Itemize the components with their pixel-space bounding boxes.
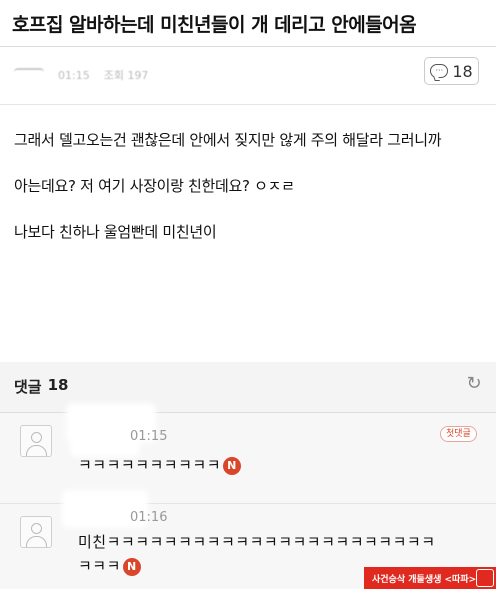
comments-label: 댓글 18 <box>14 376 68 397</box>
comments-count: 18 <box>47 376 69 394</box>
refresh-icon[interactable]: ↻ <box>464 374 484 394</box>
watermark-text: 사건승삭 개들생생 <따파> <box>372 574 477 585</box>
new-badge: N <box>223 456 242 475</box>
comment-count-button[interactable]: ··· 18 <box>424 57 479 85</box>
author-avatar <box>14 68 44 82</box>
comment-text: ㅋㅋㅋㅋㅋㅋㅋㅋㅋㅋ N <box>78 453 242 477</box>
comment-bubble-icon: ··· <box>430 64 449 78</box>
post-body: 그래서 델고오는건 괜찮은데 안에서 짖지만 않게 주의 해달라 그러니까 아는… <box>14 128 486 266</box>
post-meta: 01:15 조회 197 <box>14 64 148 86</box>
post-body-paragraph: 아는데요? 저 여기 사장이랑 친한데요? ㅇㅈㄹ <box>14 177 295 195</box>
comment-text-line: 미친ㅋㅋㅋㅋㅋㅋㅋㅋㅋㅋㅋㅋㅋㅋㅋㅋㅋㅋㅋㅋㅋㅋㅋ <box>78 533 436 551</box>
comment-count: 18 <box>452 61 473 81</box>
watermark-logo-icon <box>476 569 494 587</box>
post-body-paragraph: 그래서 델고오는건 괜찮은데 안에서 짖지만 않게 주의 해달라 그러니까 <box>14 131 442 149</box>
post-body-paragraph: 나보다 친하나 울엄빤데 미친년이 <box>14 223 217 241</box>
commenter-avatar <box>20 425 52 457</box>
post-views: 조회 197 <box>103 69 149 82</box>
first-comment-badge: 첫댓글 <box>440 426 477 442</box>
post-container: 호프집 알바하는데 미친년들이 개 데리고 안에들어옴 01:15 조회 197… <box>0 0 496 362</box>
watermark-banner: 사건승삭 개들생생 <따파> <box>364 567 496 589</box>
comment-text-content: ㅋㅋㅋ <box>78 557 121 575</box>
comment-time: 01:16 <box>130 510 168 525</box>
post-time: 01:15 <box>58 68 90 82</box>
post-title: 호프집 알바하는데 미친년들이 개 데리고 안에들어옴 <box>12 14 417 36</box>
new-badge: N <box>122 557 141 576</box>
meta-divider <box>0 104 496 105</box>
comment-time: 01:15 <box>130 429 168 444</box>
comments-title: 댓글 <box>14 378 42 396</box>
comments-header: 댓글 18 ↻ <box>0 366 496 406</box>
title-divider <box>0 46 496 47</box>
commenter-avatar <box>20 516 52 548</box>
comment-text-content: ㅋㅋㅋㅋㅋㅋㅋㅋㅋㅋ <box>78 456 222 474</box>
